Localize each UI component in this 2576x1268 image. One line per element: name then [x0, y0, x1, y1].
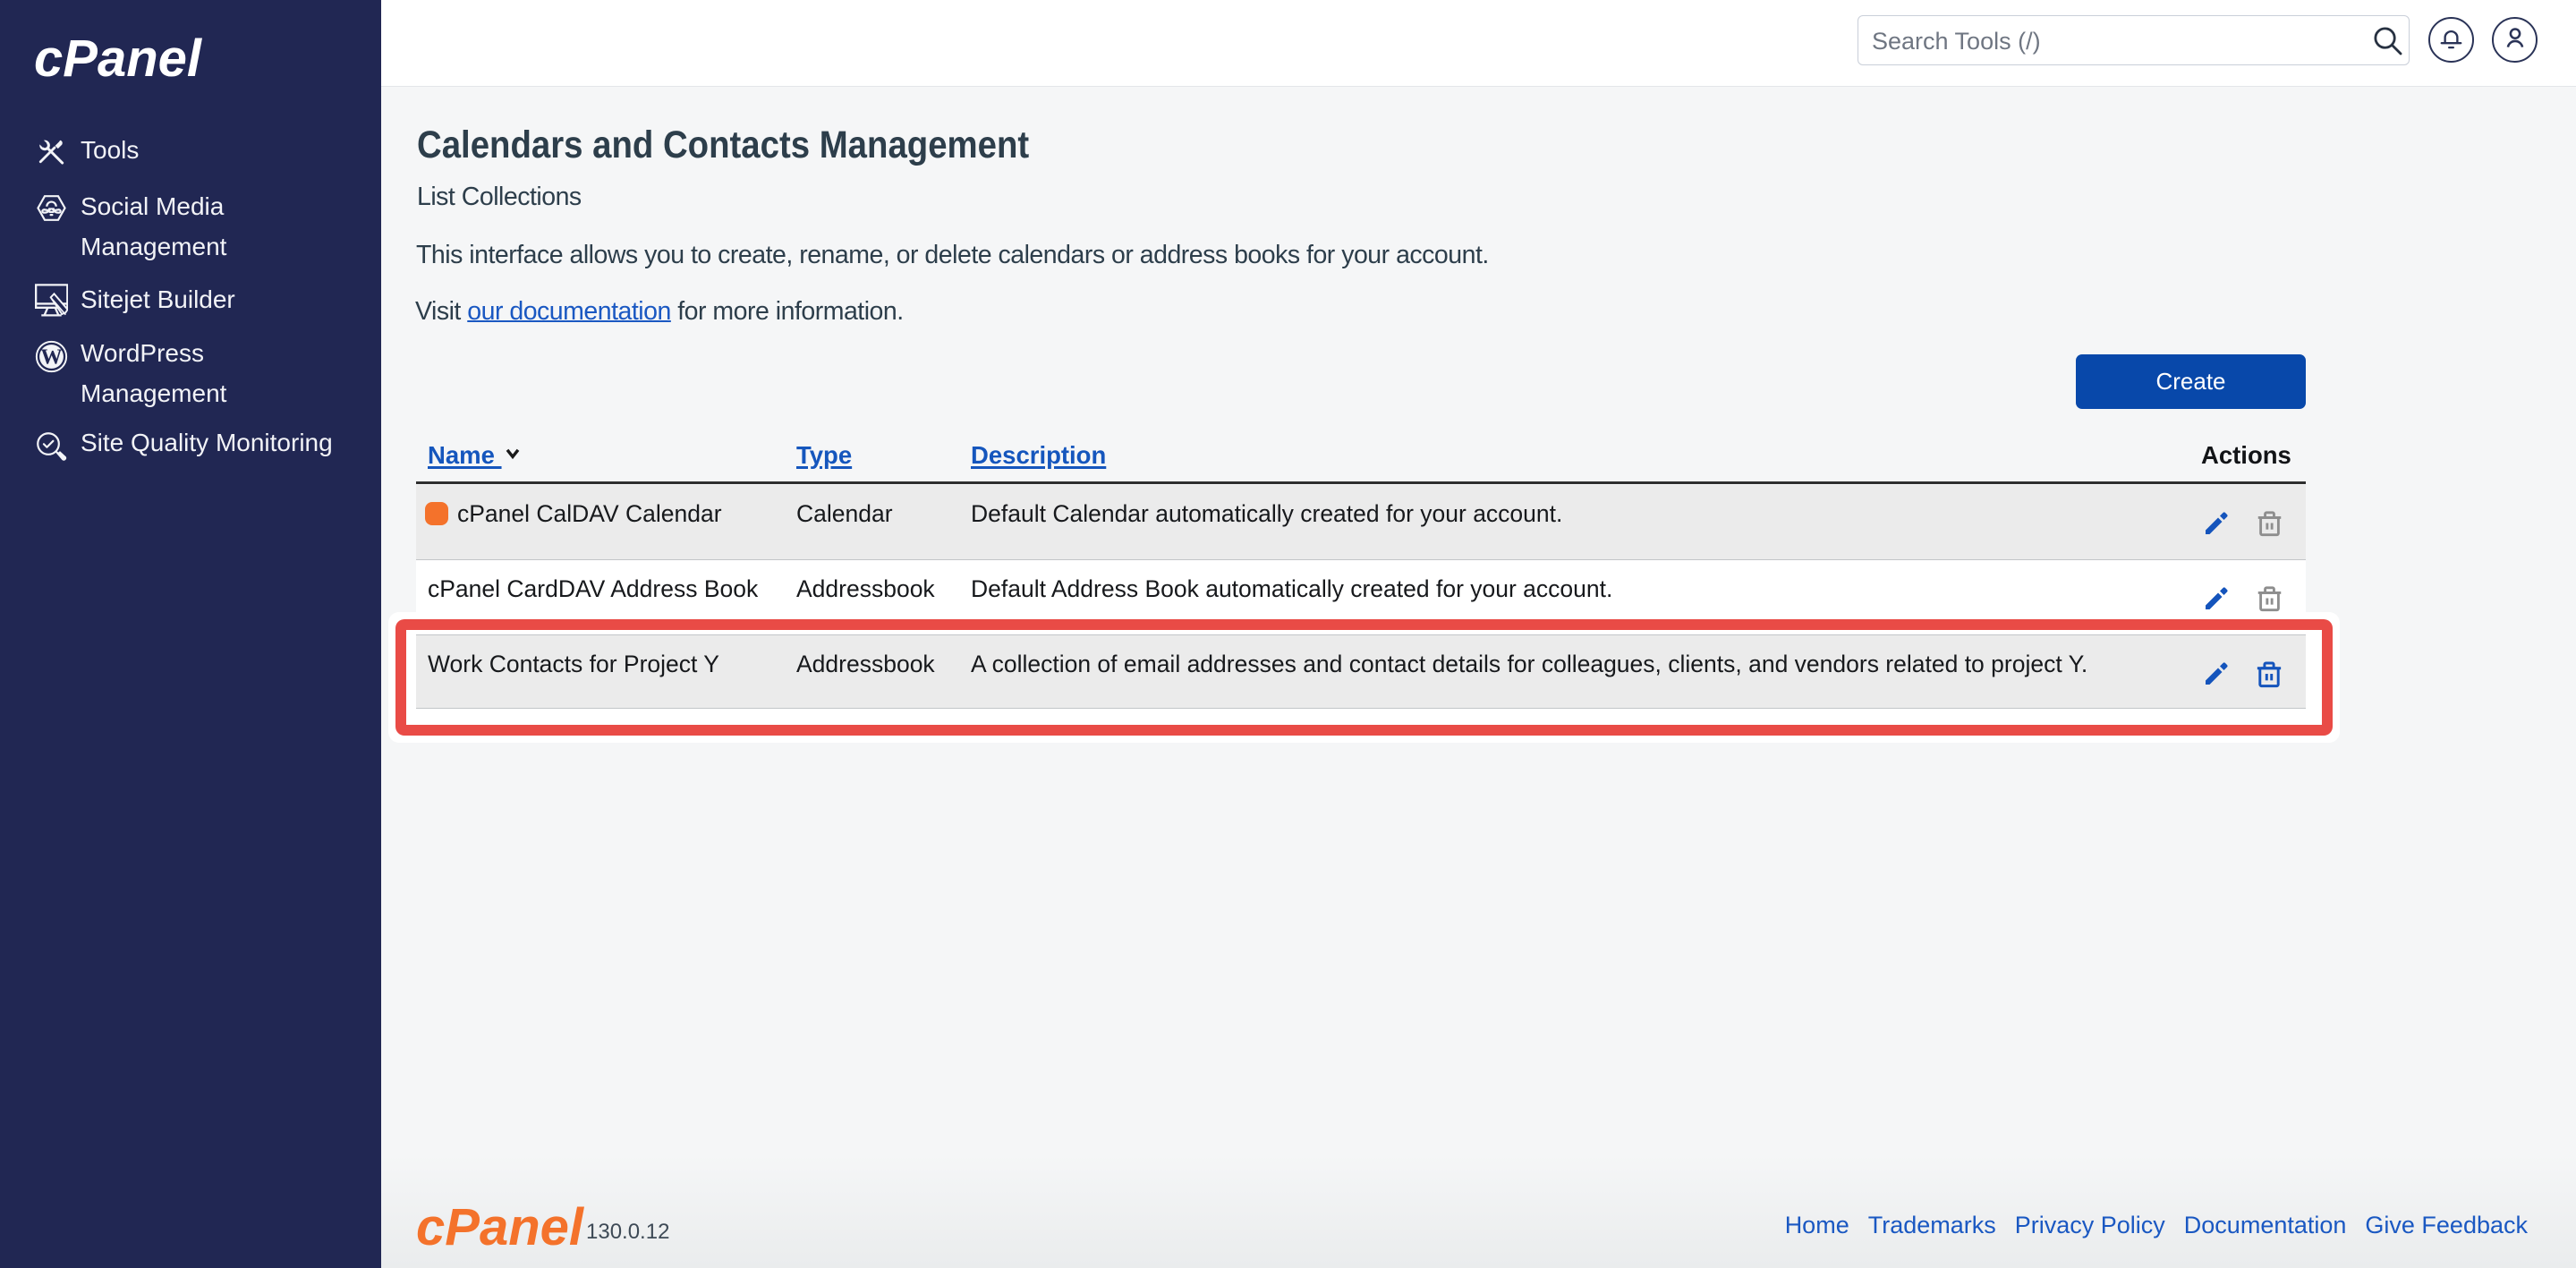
svg-text:cPanel: cPanel — [34, 32, 203, 86]
svg-text:W: W — [40, 345, 62, 370]
svg-text:cPanel: cPanel — [416, 1199, 585, 1253]
